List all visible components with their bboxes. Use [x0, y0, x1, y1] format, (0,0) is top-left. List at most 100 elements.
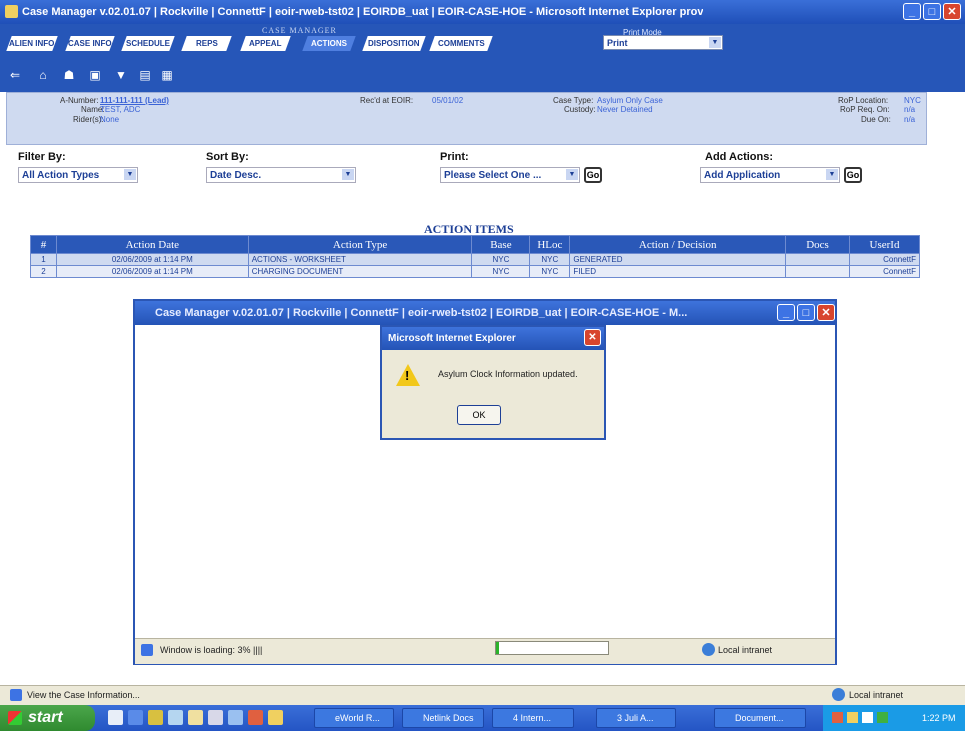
quicklaunch-icon[interactable] — [168, 710, 183, 725]
col-header-userid[interactable]: UserId — [848, 235, 921, 254]
table-cell: FILED — [569, 265, 787, 278]
child-status-text: Window is loading: 3% |||| — [160, 645, 263, 655]
ok-button[interactable]: OK — [457, 405, 501, 425]
chevron-down-icon: ▼ — [826, 169, 838, 180]
col-header-number[interactable]: # — [30, 235, 57, 254]
child-window-title: Case Manager v.02.01.07 | Rockville | Co… — [135, 301, 835, 325]
tab-alien-info[interactable]: ALIEN INFO — [6, 36, 58, 51]
alert-message: Asylum Clock Information updated. — [438, 369, 578, 379]
print-select[interactable]: Please Select One ... ▼ — [440, 167, 580, 183]
col-header-action-date[interactable]: Action Date — [55, 235, 249, 254]
col-header-base[interactable]: Base — [471, 235, 531, 254]
save-icon[interactable]: ▤ — [138, 68, 152, 82]
child-maximize-button[interactable]: □ — [797, 304, 815, 321]
table-row[interactable]: 2 02/06/2009 at 1:14 PM CHARGING DOCUMEN… — [30, 265, 921, 278]
print-label: Print: — [440, 151, 469, 163]
taskbar-task[interactable]: 4 Intern... — [492, 708, 574, 728]
taskbar-task[interactable]: Netlink Docs — [402, 708, 484, 728]
child-minimize-button[interactable]: _ — [777, 304, 795, 321]
add-actions-label: Add Actions: — [705, 151, 774, 163]
table-cell: CHARGING DOCUMENT — [247, 265, 473, 278]
tab-case-info[interactable]: CASE INFO — [65, 36, 115, 51]
warning-exclamation: ! — [405, 368, 410, 383]
tab-reps[interactable]: REPS — [181, 36, 232, 51]
taskbar-task[interactable]: 3 Juli A... — [596, 708, 676, 728]
quicklaunch-icon[interactable] — [148, 710, 163, 725]
print-icon[interactable]: ▦ — [160, 68, 174, 82]
table-cell: NYC — [471, 253, 531, 266]
window-title-bar: Case Manager v.02.01.07 | Rockville | Co… — [0, 0, 965, 24]
action-items-table: # Action Date Action Type Base HLoc Acti… — [30, 235, 921, 278]
rop-location-value: NYC — [904, 96, 921, 105]
add-go-button[interactable]: Go — [844, 167, 862, 183]
child-close-button[interactable]: ✕ — [817, 304, 835, 321]
riders-value: None — [100, 115, 120, 124]
tab-appeal[interactable]: APPEAL — [240, 36, 291, 51]
case-type-label: Case Type: — [553, 96, 594, 105]
close-button[interactable]: ✕ — [943, 3, 961, 20]
child-zone-text: Local intranet — [718, 645, 773, 655]
tab-comments[interactable]: COMMENTS — [429, 36, 493, 51]
due-label: Due On: — [861, 115, 891, 124]
folder-icon[interactable]: ▣ — [88, 68, 102, 82]
print-go-button[interactable]: Go — [584, 167, 602, 183]
quicklaunch-icon[interactable] — [108, 710, 123, 725]
maximize-button[interactable]: □ — [923, 3, 941, 20]
col-header-docs[interactable]: Docs — [785, 235, 850, 254]
intranet-globe-icon — [702, 643, 715, 656]
ie-page-icon — [10, 689, 22, 701]
filter-by-select[interactable]: All Action Types ▼ — [18, 167, 138, 183]
minimize-button[interactable]: _ — [903, 3, 921, 20]
quicklaunch-icon[interactable] — [228, 710, 243, 725]
tray-icon[interactable] — [862, 712, 873, 723]
name-value: TEST, ADC — [100, 105, 141, 114]
app-name: CASE MANAGER — [262, 26, 337, 35]
tab-schedule[interactable]: SCHEDULE — [121, 36, 175, 51]
table-cell: ConnettF — [848, 265, 921, 278]
table-cell: GENERATED — [569, 253, 787, 266]
table-cell: ConnettF — [848, 253, 921, 266]
col-header-action-decision[interactable]: Action / Decision — [569, 235, 787, 254]
table-cell: 1 — [30, 253, 57, 266]
clock: 1:22 PM — [922, 713, 956, 723]
add-actions-select[interactable]: Add Application ▼ — [700, 167, 840, 183]
due-value: n/a — [904, 115, 916, 124]
loading-progress-bar — [495, 641, 609, 655]
tray-icon[interactable] — [877, 712, 888, 723]
table-header-row: # Action Date Action Type Base HLoc Acti… — [30, 235, 921, 254]
tab-actions[interactable]: ACTIONS — [302, 36, 356, 51]
people-icon[interactable]: ☗ — [62, 68, 76, 82]
a-number-link[interactable]: 111-111-111 (Lead) — [100, 96, 169, 105]
taskbar-task[interactable]: Document... — [714, 708, 806, 728]
chevron-down-icon: ▼ — [124, 169, 136, 180]
back-arrow-icon[interactable]: ⇐ — [8, 68, 22, 82]
col-header-hloc[interactable]: HLoc — [529, 235, 571, 254]
filter-icon[interactable]: ▼ — [114, 68, 128, 82]
tray-icon[interactable] — [832, 712, 843, 723]
col-header-action-type[interactable]: Action Type — [247, 235, 473, 254]
table-cell: ACTIONS - WORKSHEET — [247, 253, 473, 266]
main-zone-text: Local intranet — [849, 690, 904, 700]
tray-icon[interactable] — [847, 712, 858, 723]
tab-disposition[interactable]: DISPOSITION — [362, 36, 426, 51]
table-cell: 02/06/2009 at 1:14 PM — [55, 265, 249, 278]
table-cell: 02/06/2009 at 1:14 PM — [55, 253, 249, 266]
quicklaunch-icon[interactable] — [188, 710, 203, 725]
home-icon[interactable]: ⌂ — [36, 68, 50, 82]
custody-label: Custody: — [564, 105, 596, 114]
quicklaunch-icon[interactable] — [128, 710, 143, 725]
ie-icon — [5, 5, 18, 18]
table-cell: 2 — [30, 265, 57, 278]
windows-logo-icon — [8, 711, 22, 725]
intranet-globe-icon — [832, 688, 845, 701]
quicklaunch-icon[interactable] — [268, 710, 283, 725]
custody-value: Never Detained — [597, 105, 653, 114]
ie-page-icon — [141, 644, 153, 656]
table-row[interactable]: 1 02/06/2009 at 1:14 PM ACTIONS - WORKSH… — [30, 253, 921, 266]
quicklaunch-icon[interactable] — [248, 710, 263, 725]
sort-by-select[interactable]: Date Desc. ▼ — [206, 167, 356, 183]
alert-close-button[interactable]: ✕ — [584, 329, 601, 346]
taskbar-task[interactable]: eWorld R... — [314, 708, 394, 728]
quicklaunch-icon[interactable] — [208, 710, 223, 725]
print-mode-select[interactable]: Print ▼ — [603, 35, 723, 50]
